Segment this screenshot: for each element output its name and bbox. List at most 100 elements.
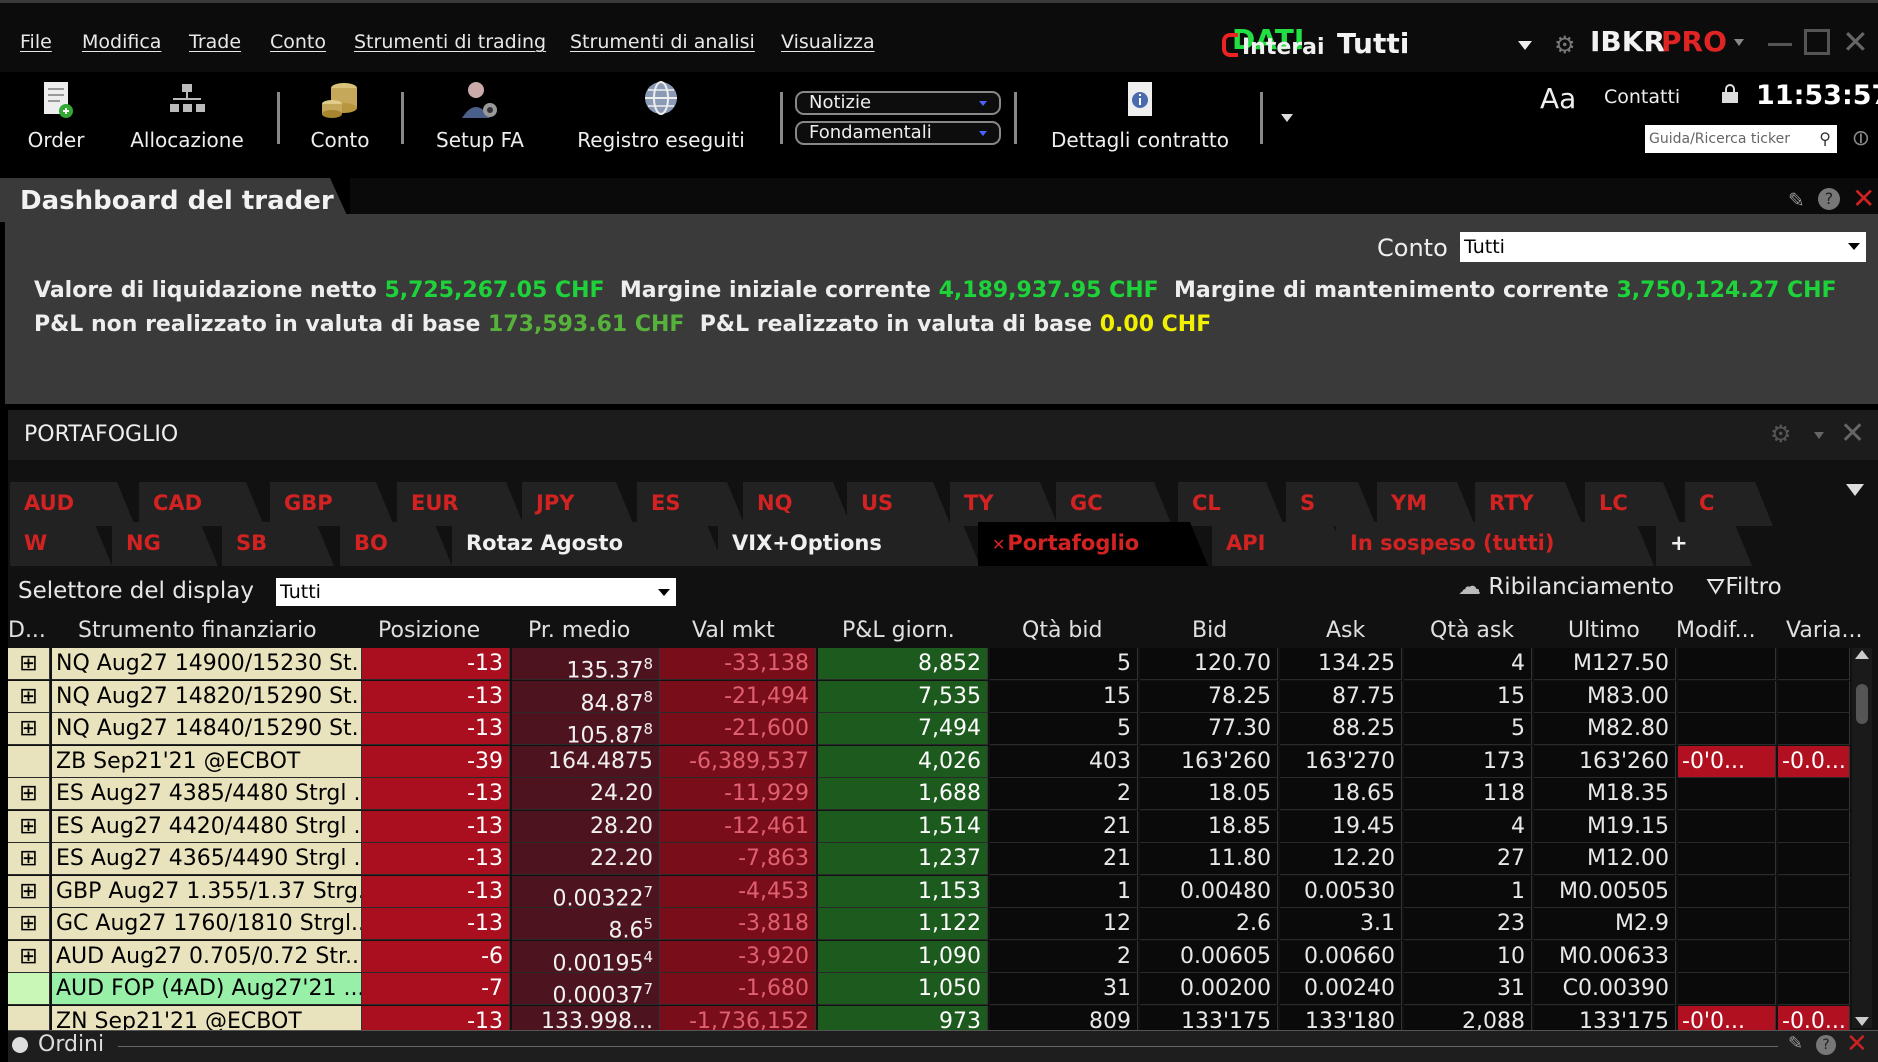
table-row[interactable]: ⊞ NQ Aug27 14820/15290 St... -13 84.878 -21,… bbox=[0, 680, 1852, 713]
settings-gear-icon[interactable]: ⚙ bbox=[1554, 31, 1576, 59]
close-window-icon[interactable]: ✕ bbox=[1842, 23, 1869, 61]
menu-file[interactable]: File bbox=[20, 31, 52, 53]
tab-ng[interactable]: NG bbox=[112, 522, 218, 566]
column-header-0[interactable]: D... bbox=[8, 618, 46, 643]
table-row[interactable]: ZB Sep21'21 @ECBOT -39 164.4875 -6,389,537 4… bbox=[0, 745, 1852, 778]
portfolio-close-icon[interactable]: ✕ bbox=[1840, 416, 1865, 451]
column-header-5[interactable]: P&L giorn. bbox=[842, 618, 955, 643]
rebalance-button[interactable]: ☁ Ribilanciamento bbox=[1458, 574, 1674, 600]
cell-last: 163'260 bbox=[1534, 745, 1676, 778]
table-row[interactable]: ⊞ AUD Aug27 0.705/0.72 Str... -6 0.001954 -3… bbox=[0, 940, 1852, 973]
tab-jpy[interactable]: JPY bbox=[522, 482, 634, 526]
column-header-10[interactable]: Ultimo bbox=[1568, 618, 1640, 643]
menu-strumenti-analisi[interactable]: Strumenti di analisi bbox=[570, 31, 755, 53]
display-selector[interactable]: Tutti bbox=[276, 578, 676, 606]
menu-trade[interactable]: Trade bbox=[189, 31, 241, 53]
tab-portafoglio[interactable]: ✕Portafoglio bbox=[978, 522, 1208, 566]
column-header-4[interactable]: Val mkt bbox=[692, 618, 775, 643]
account-dropdown-icon[interactable] bbox=[1518, 41, 1532, 50]
ticker-search-input[interactable]: Guida/Ricerca ticker ⚲ bbox=[1645, 125, 1837, 153]
tab-bo[interactable]: BO bbox=[340, 522, 452, 566]
collapse-icon[interactable] bbox=[12, 1037, 28, 1053]
fondamentali-dropdown[interactable]: Fondamentali bbox=[795, 121, 1001, 145]
table-row[interactable]: ⊞ GC Aug27 1760/1810 Strgl... -13 8.65 -3,81… bbox=[0, 908, 1852, 940]
column-header-8[interactable]: Ask bbox=[1326, 618, 1365, 643]
tab-vix-options[interactable]: VIX+Options bbox=[718, 522, 980, 566]
tab-cl[interactable]: CL bbox=[1178, 482, 1284, 526]
maximize-icon[interactable] bbox=[1804, 29, 1830, 55]
tab-rty[interactable]: RTY bbox=[1475, 482, 1583, 526]
table-row[interactable]: ⊞ ES Aug27 4365/4490 Strgl ... -13 22.20 -7,… bbox=[0, 843, 1852, 875]
vertical-scrollbar[interactable] bbox=[1852, 648, 1872, 1028]
table-row[interactable]: ⊞ ES Aug27 4385/4480 Strgl ... -13 24.20 -11… bbox=[0, 778, 1852, 810]
contatti-button[interactable]: Contatti bbox=[1604, 86, 1680, 108]
account-selector[interactable]: Tutti bbox=[1337, 27, 1409, 60]
table-row[interactable]: AUD FOP (4AD) Aug27'21 ... -7 0.000377 -1,6… bbox=[0, 973, 1852, 1005]
product-dropdown-icon[interactable] bbox=[1734, 39, 1744, 46]
column-header-6[interactable]: Qtà bid bbox=[1022, 618, 1102, 643]
tab-eur[interactable]: EUR bbox=[397, 482, 524, 526]
tab-api[interactable]: API bbox=[1212, 522, 1350, 566]
column-header-1[interactable]: Strumento finanziario bbox=[78, 618, 317, 643]
dashboard-help-icon[interactable]: ? bbox=[1818, 188, 1840, 210]
tab-es[interactable]: ES bbox=[637, 482, 745, 526]
cell-qb: 2 bbox=[990, 940, 1155, 973]
notizie-dropdown[interactable]: Notizie bbox=[795, 91, 1001, 115]
menu-modifica[interactable]: Modifica bbox=[82, 31, 161, 53]
toolbar-overflow-icon[interactable] bbox=[1281, 114, 1293, 122]
column-header-7[interactable]: Bid bbox=[1192, 618, 1227, 643]
tab-gc[interactable]: GC bbox=[1056, 482, 1172, 526]
font-size-button[interactable]: Aa bbox=[1540, 82, 1576, 115]
portfolio-settings-icon[interactable]: ⚙ bbox=[1770, 420, 1792, 448]
tab-us[interactable]: US bbox=[847, 482, 951, 526]
dashboard-close-icon[interactable]: ✕ bbox=[1852, 182, 1875, 215]
conto-select[interactable]: Tutti bbox=[1460, 232, 1866, 262]
column-header-11[interactable]: Modif... bbox=[1676, 618, 1756, 643]
tab-aud[interactable]: AUD bbox=[10, 482, 135, 526]
table-row[interactable]: ⊞ NQ Aug27 14840/15290 St... -13 105.878 -21… bbox=[0, 713, 1852, 745]
orders-close-icon[interactable]: ✕ bbox=[1846, 1029, 1868, 1059]
table-row[interactable]: ⊞ GBP Aug27 1.355/1.37 Strg... -13 0.003227… bbox=[0, 875, 1852, 908]
menu-conto[interactable]: Conto bbox=[270, 31, 326, 53]
cell-ask: 0.00530 bbox=[1280, 875, 1402, 908]
link-icon[interactable]: ⊘ bbox=[1846, 123, 1877, 154]
scroll-down-icon[interactable] bbox=[1855, 1017, 1869, 1026]
dettagli-contratto-button[interactable]: Dettagli contratto bbox=[1044, 78, 1236, 152]
column-header-3[interactable]: Pr. medio bbox=[528, 618, 630, 643]
allocazione-button[interactable]: Allocazione bbox=[126, 78, 248, 152]
scroll-thumb[interactable] bbox=[1856, 684, 1868, 724]
cell-mkt: -7,863 bbox=[660, 843, 816, 875]
cell-name: ES Aug27 4385/4480 Strgl ... bbox=[52, 778, 362, 810]
conto-button[interactable]: Conto bbox=[306, 78, 374, 152]
menu-strumenti-trading[interactable]: Strumenti di trading bbox=[354, 31, 546, 53]
lock-icon[interactable] bbox=[1722, 84, 1738, 103]
registro-eseguiti-button[interactable]: Registro eseguiti bbox=[568, 78, 754, 152]
setup-fa-button[interactable]: Setup FA bbox=[430, 78, 530, 152]
column-header-9[interactable]: Qtà ask bbox=[1430, 618, 1514, 643]
tab-ty[interactable]: TY bbox=[950, 482, 1058, 526]
avg-main: 8.6 bbox=[608, 918, 644, 940]
scroll-up-icon[interactable] bbox=[1855, 650, 1869, 659]
table-row[interactable]: ⊞ NQ Aug27 14900/15230 St... -13 135.378 -33… bbox=[0, 648, 1852, 680]
orders-tool-icon[interactable]: ✎ bbox=[1788, 1033, 1803, 1054]
tab-sb[interactable]: SB bbox=[222, 522, 334, 566]
tab-in-sospeso-tutti[interactable]: In sospeso (tutti) bbox=[1336, 522, 1654, 566]
portfolio-menu-icon[interactable] bbox=[1814, 432, 1824, 439]
order-button[interactable]: Order bbox=[20, 78, 92, 152]
tab-filter-icon[interactable] bbox=[1846, 484, 1864, 496]
tab-nq[interactable]: NQ bbox=[743, 482, 851, 526]
column-header-12[interactable]: Varia... bbox=[1786, 618, 1862, 643]
tab-rotaz-agosto[interactable]: Rotaz Agosto bbox=[452, 522, 724, 566]
cell-mkt: -1,680 bbox=[660, 973, 816, 1005]
tab-cad[interactable]: CAD bbox=[139, 482, 264, 526]
filter-button[interactable]: ⛛Filtro bbox=[1706, 574, 1782, 600]
column-header-2[interactable]: Posizione bbox=[378, 618, 480, 643]
orders-panel-bar[interactable]: Ordini ✎ ? ✕ bbox=[8, 1029, 1878, 1062]
dashboard-tool-icon[interactable]: ✎ bbox=[1788, 188, 1805, 212]
menu-visualizza[interactable]: Visualizza bbox=[781, 31, 875, 53]
table-row[interactable]: ⊞ ES Aug27 4420/4480 Strgl ... -13 28.20 -12… bbox=[0, 810, 1852, 843]
tab-gbp[interactable]: GBP bbox=[270, 482, 394, 526]
tab-close-icon[interactable]: ✕ bbox=[992, 535, 1005, 554]
minimize-icon[interactable] bbox=[1768, 43, 1792, 46]
orders-help-icon[interactable]: ? bbox=[1816, 1035, 1836, 1055]
